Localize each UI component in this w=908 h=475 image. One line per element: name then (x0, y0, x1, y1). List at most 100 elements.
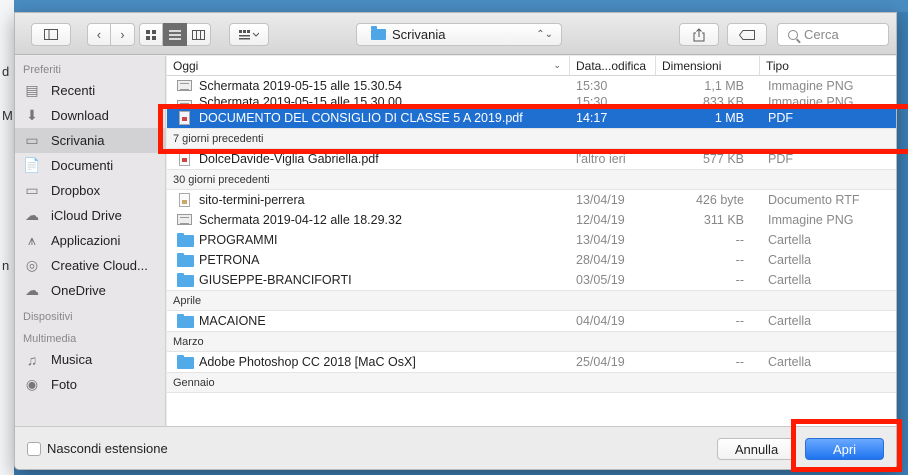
table-row[interactable]: Schermata 2019-05-15 alle 15.30.00 15:30 8… (167, 96, 896, 108)
sidebar-item-creative-cloud[interactable]: ◎ Creative Cloud... (15, 253, 165, 278)
search-field[interactable]: Cerca (777, 23, 889, 46)
file-size: -- (656, 311, 760, 331)
file-size: -- (656, 230, 760, 250)
file-date: 12/04/19 (570, 210, 656, 230)
applications-icon: ⩚ (28, 232, 36, 248)
open-file-dialog: ‹ › Scrivania ⌃⌄ Cerca Preferiti ▤ Recen… (14, 12, 897, 470)
background-app-top (0, 0, 908, 12)
forward-button[interactable]: › (111, 23, 135, 46)
recents-icon: ▤ (25, 82, 39, 98)
location-popup[interactable]: Scrivania ⌃⌄ (356, 23, 562, 46)
folder-icon (177, 233, 194, 247)
folder-icon (371, 26, 386, 40)
file-name: Adobe Photoshop CC 2018 [MaC OsX] (167, 352, 570, 372)
file-type: Documento RTF (760, 190, 896, 210)
sidebar-toggle-button[interactable] (31, 23, 71, 46)
hide-extension-option[interactable]: Nascondi estensione (27, 441, 168, 456)
file-date: 13/04/19 (570, 230, 656, 250)
table-row[interactable]: Adobe Photoshop CC 2018 [MaC OsX] 25/04/1… (167, 352, 896, 372)
folder-icon (177, 273, 194, 287)
sort-chevron-icon: ⌄ (553, 60, 561, 70)
back-button[interactable]: ‹ (87, 23, 111, 46)
table-row[interactable]: GIUSEPPE-BRANCIFORTI 03/05/19 -- Cartella (167, 270, 896, 290)
file-name: Schermata 2019-04-12 alle 18.29.32 (167, 210, 570, 230)
sidebar-item-dropbox[interactable]: ▭ Dropbox (15, 178, 165, 203)
file-type: PDF (760, 108, 896, 128)
table-row[interactable]: Schermata 2019-04-12 alle 18.29.32 12/04/… (167, 210, 896, 230)
column-header-name[interactable]: Oggi ⌄ (167, 56, 570, 75)
tag-button[interactable] (727, 23, 767, 46)
icon-view-button[interactable] (139, 23, 163, 46)
onedrive-icon: ☁ (25, 282, 39, 298)
file-type: Immagine PNG (760, 76, 896, 96)
file-size-text: 311 KB (703, 213, 744, 227)
search-icon (788, 29, 798, 40)
location-label: Scrivania (392, 27, 446, 42)
file-date: 15:30 (570, 96, 656, 108)
file-type-text: Cartella (768, 273, 812, 287)
view-mode-buttons (139, 23, 211, 46)
table-row[interactable]: MACAIONE 04/04/19 -- Cartella (167, 311, 896, 331)
sidebar-item-recenti[interactable]: ▤ Recenti (15, 78, 165, 103)
file-name-text: Schermata 2019-05-15 alle 15.30.54 (199, 79, 402, 93)
file-date: 14:17 (570, 108, 656, 128)
hide-extension-label: Nascondi estensione (47, 441, 168, 456)
background-fragment: M (2, 108, 13, 123)
cancel-button[interactable]: Annulla (717, 438, 796, 460)
file-date: 28/04/19 (570, 250, 656, 270)
sidebar-item-applicazioni[interactable]: ⩚ Applicazioni (15, 228, 165, 253)
file-size: -- (656, 352, 760, 372)
file-date-text: 28/04/19 (576, 253, 625, 267)
file-name-text: GIUSEPPE-BRANCIFORTI (199, 273, 352, 287)
file-date-text: l'altro ieri (576, 152, 626, 166)
open-button[interactable]: Apri (805, 438, 884, 460)
toolbar: ‹ › Scrivania ⌃⌄ Cerca (15, 13, 896, 55)
chevron-right-icon: › (120, 27, 125, 42)
sidebar-item-foto[interactable]: ◉ Foto (15, 372, 165, 397)
column-header-type[interactable]: Tipo (760, 56, 896, 75)
sidebar-item-label: Documenti (51, 158, 114, 173)
column-view-button[interactable] (187, 23, 211, 46)
column-header-size[interactable]: Dimensioni (656, 56, 760, 75)
sidebar-item-scrivania[interactable]: ▭ Scrivania (15, 128, 165, 153)
sidebar-item-download[interactable]: ⬇ Download (15, 103, 165, 128)
folder-icon (177, 314, 194, 328)
column-header-date[interactable]: Data...odifica (570, 56, 656, 75)
sidebar-item-documenti[interactable]: 📄 Documenti (15, 153, 165, 178)
file-name-text: DOCUMENTO DEL CONSIGLIO DI CLASSE 5 A 20… (199, 111, 523, 125)
file-size-text: 1,1 MB (704, 79, 744, 93)
background-fragment: d (2, 64, 10, 79)
sidebar-item-icloud-drive[interactable]: ☁ iCloud Drive (15, 203, 165, 228)
file-size: 426 byte (656, 190, 760, 210)
table-row[interactable]: Schermata 2019-05-15 alle 15.30.54 15:30 1… (167, 76, 896, 96)
file-size: 577 KB (656, 149, 760, 169)
table-row[interactable]: DolceDavide-Viglia Gabriella.pdf l'altro … (167, 149, 896, 169)
file-date-text: 04/04/19 (576, 314, 625, 328)
table-row[interactable]: DOCUMENTO DEL CONSIGLIO DI CLASSE 5 A 20… (167, 108, 896, 128)
group-header: 7 giorni precedenti (167, 128, 896, 149)
sidebar-item-musica[interactable]: ♫ Musica (15, 347, 165, 372)
list-view-button[interactable] (163, 23, 187, 46)
file-size-text: -- (735, 355, 744, 369)
file-name: PETRONA (167, 250, 570, 270)
file-type-text: Immagine PNG (768, 96, 854, 108)
file-type-text: Immagine PNG (768, 213, 854, 227)
table-row[interactable]: PROGRAMMI 13/04/19 -- Cartella (167, 230, 896, 250)
file-size: -- (656, 270, 760, 290)
sidebar-item-onedrive[interactable]: ☁ OneDrive (15, 278, 165, 303)
file-type-text: Cartella (768, 355, 812, 369)
hide-extension-checkbox[interactable] (27, 441, 41, 456)
file-size: 833 KB (656, 96, 760, 108)
file-size: -- (656, 250, 760, 270)
table-row[interactable]: sito-termini-perrera 13/04/19 426 byte Docu… (167, 190, 896, 210)
file-type-text: Cartella (768, 314, 812, 328)
table-row[interactable]: PETRONA 28/04/19 -- Cartella (167, 250, 896, 270)
sidebar-item-label: Foto (51, 377, 78, 392)
list-body: Schermata 2019-05-15 alle 15.30.54 15:30 1… (167, 76, 896, 393)
file-name-text: PROGRAMMI (199, 233, 278, 247)
chevron-left-icon: ‹ (96, 27, 102, 42)
search-placeholder: Cerca (804, 27, 839, 42)
arrange-button[interactable] (229, 23, 269, 46)
group-header: Aprile (167, 290, 896, 311)
share-button[interactable] (679, 23, 719, 46)
